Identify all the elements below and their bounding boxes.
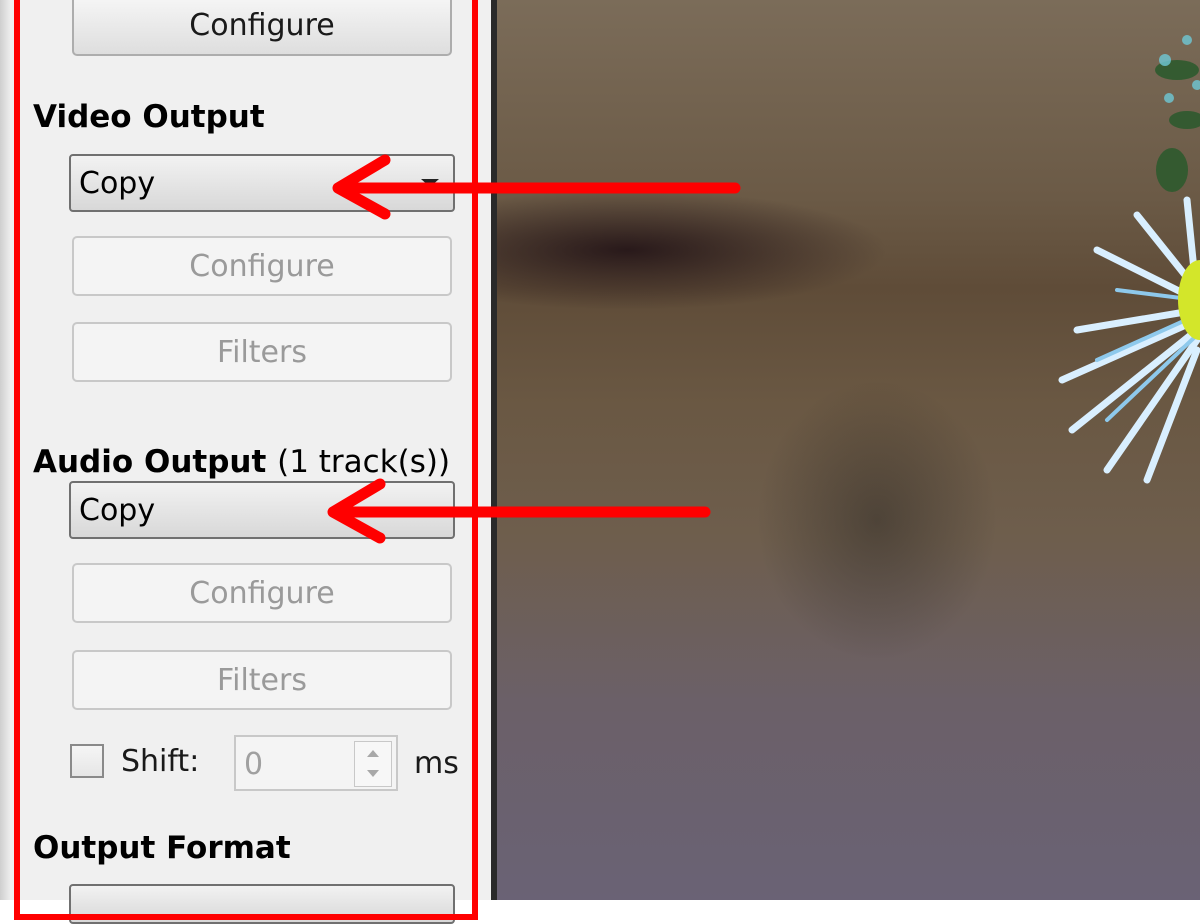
output-format-select[interactable] — [69, 884, 455, 924]
video-output-codec-select[interactable]: Copy — [69, 154, 455, 212]
audio-output-heading: Audio Output (1 track(s)) — [33, 444, 450, 480]
audio-configure-button[interactable]: Configure — [72, 563, 452, 623]
audio-track-count: (1 track(s)) — [277, 444, 451, 480]
spin-down-icon[interactable] — [367, 770, 379, 777]
video-output-heading: Video Output — [33, 99, 265, 135]
video-filters-button[interactable]: Filters — [72, 322, 452, 382]
chevron-down-icon[interactable] — [421, 179, 439, 187]
top-configure-button[interactable]: Configure — [72, 0, 452, 56]
spin-up-icon[interactable] — [367, 750, 379, 757]
video-codec-value: Copy — [79, 165, 156, 201]
shift-unit-label: ms — [414, 746, 459, 781]
flower-image — [1058, 35, 1200, 484]
audio-filters-button[interactable]: Filters — [72, 650, 452, 710]
left-settings-panel: Configure Video Output Copy Configure Fi… — [0, 0, 497, 924]
shift-ms-value: 0 — [244, 747, 264, 782]
shift-ms-spinbox[interactable]: 0 — [234, 735, 398, 791]
output-format-heading: Output Format — [33, 830, 291, 866]
video-configure-button[interactable]: Configure — [72, 236, 452, 296]
shift-checkbox[interactable] — [70, 744, 104, 778]
audio-output-codec-select[interactable]: Copy — [69, 481, 455, 539]
spinner-buttons[interactable] — [354, 741, 392, 787]
panel-left-border — [0, 0, 10, 900]
video-preview — [497, 0, 1200, 900]
shift-label: Shift: — [121, 744, 200, 779]
audio-codec-value: Copy — [79, 492, 156, 528]
audio-output-title: Audio Output — [33, 444, 267, 480]
